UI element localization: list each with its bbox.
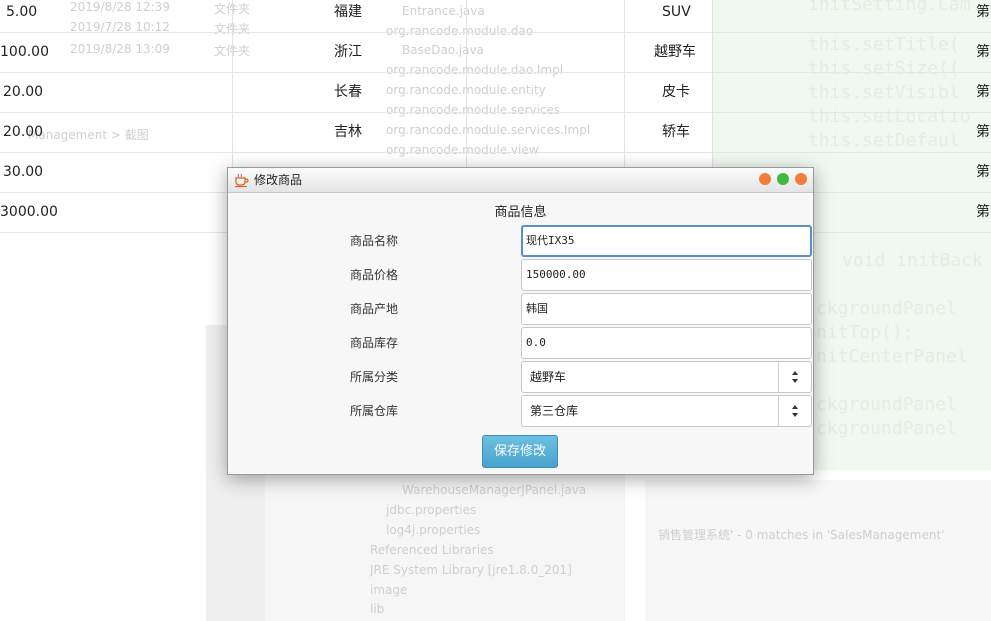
stock-label: 商品库存 — [350, 336, 399, 350]
price-cell: 20.00 — [3, 84, 44, 100]
price-cell: 100.00 — [0, 44, 49, 60]
name-input[interactable]: 现代IX35 — [521, 225, 812, 257]
origin-cell: 长春 — [334, 84, 362, 100]
price-cell: 3000.00 — [0, 204, 58, 220]
dialog-title: 修改商品 — [254, 173, 303, 187]
name-label: 商品名称 — [350, 234, 399, 248]
warehouse-cell: 第 — [976, 4, 990, 20]
warehouse-cell: 第 — [976, 124, 990, 140]
maximize-button[interactable] — [777, 173, 789, 185]
tree-item: log4j.properties — [386, 523, 481, 537]
table-row[interactable]: 5.00 福建 SUV 第 — [0, 0, 991, 33]
code-line: void initBack — [842, 250, 983, 271]
tree-item: image — [370, 583, 408, 597]
tree-item: jdbc.properties — [386, 503, 477, 517]
tree-item: Referenced Libraries — [370, 543, 494, 557]
category-select-value: 越野车 — [530, 370, 567, 384]
origin-label: 商品产地 — [350, 302, 399, 316]
price-cell: 30.00 — [3, 164, 44, 180]
warehouse-cell: 第 — [976, 44, 990, 60]
warehouse-select-value: 第三仓库 — [530, 404, 579, 418]
up-down-arrows-icon[interactable] — [778, 396, 811, 426]
code-line: ckgroundPanel — [816, 298, 957, 319]
table-row[interactable]: 100.00 浙江 越野车 第 — [0, 32, 991, 73]
type-cell: 轿车 — [662, 124, 690, 140]
origin-cell: 浙江 — [334, 44, 362, 60]
tree-item: WarehouseManagerJPanel.java — [402, 483, 587, 497]
category-label: 所属分类 — [350, 370, 399, 384]
origin-input[interactable]: 韩国 — [521, 293, 812, 325]
price-cell: 20.00 — [3, 124, 44, 140]
search-result-text: 销售管理系统' - 0 matches in 'SalesManagement' — [658, 528, 945, 542]
up-down-arrows-icon[interactable] — [778, 362, 811, 392]
tree-item: JRE System Library [jre1.8.0_201] — [370, 563, 572, 577]
dialog-titlebar[interactable]: 修改商品 — [228, 168, 813, 193]
price-input[interactable]: 150000.00 — [521, 259, 812, 291]
tree-item: lib — [370, 602, 385, 616]
close-button[interactable] — [795, 173, 807, 185]
minimize-button[interactable] — [759, 173, 771, 185]
dialog-body: 商品信息 商品名称 现代IX35 商品价格 150000.00 商品产地 韩国 … — [228, 193, 813, 474]
code-line: nitCenterPanel — [816, 346, 968, 367]
warehouse-cell: 第 — [976, 204, 990, 220]
code-line: ckgroundPanel — [816, 418, 957, 439]
type-cell: 皮卡 — [662, 84, 690, 100]
table-row[interactable]: 20.00 吉林 轿车 第 — [0, 112, 991, 153]
price-label: 商品价格 — [350, 268, 399, 282]
type-cell: SUV — [662, 4, 691, 20]
search-results-panel — [645, 480, 991, 621]
origin-cell: 吉林 — [334, 124, 362, 140]
stock-input[interactable]: 0.0 — [521, 327, 812, 359]
table-row[interactable]: 20.00 长春 皮卡 第 — [0, 72, 991, 113]
java-cup-icon — [235, 173, 249, 188]
section-title: 商品信息 — [494, 205, 547, 220]
category-select[interactable]: 越野车 — [521, 361, 812, 393]
code-line: ckgroundPanel — [816, 394, 957, 415]
save-changes-button[interactable]: 保存修改 — [482, 435, 558, 468]
warehouse-cell: 第 — [976, 164, 990, 180]
edit-goods-dialog: 修改商品 商品信息 商品名称 现代IX35 商品价格 150000.00 商品产… — [227, 167, 814, 475]
price-cell: 5.00 — [6, 4, 38, 20]
warehouse-label: 所属仓库 — [350, 404, 399, 418]
package-explorer-lower — [265, 470, 625, 621]
code-line: nitTop(); — [816, 322, 914, 343]
warehouse-select[interactable]: 第三仓库 — [521, 395, 812, 427]
warehouse-cell: 第 — [976, 84, 990, 100]
origin-cell: 福建 — [334, 4, 362, 20]
type-cell: 越野车 — [654, 44, 696, 60]
